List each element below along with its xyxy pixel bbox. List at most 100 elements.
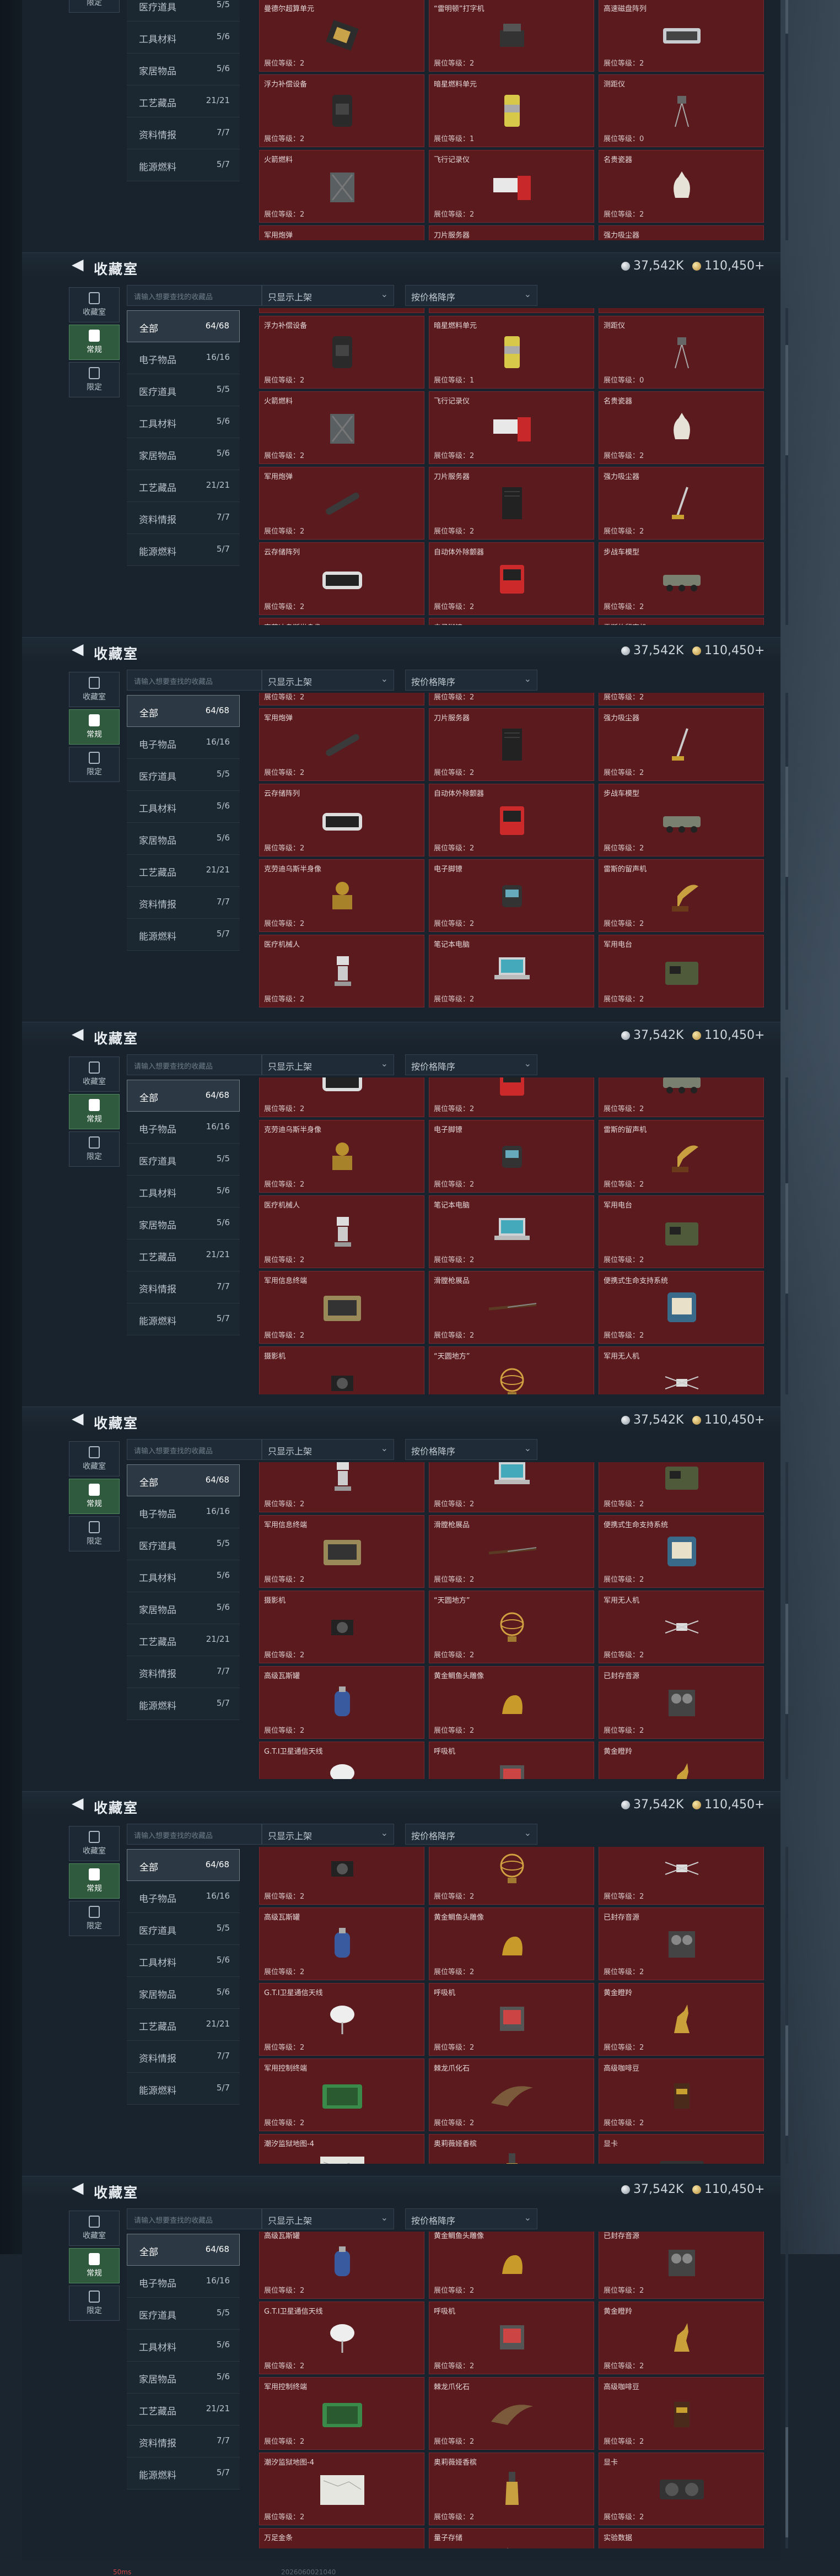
item-card[interactable]: 便携式生命支持系统 展位等级：2	[599, 1515, 764, 1588]
item-grid-viewport[interactable]: 强化碳纤维板展位等级：2印象派名画展位等级：2黄金鸟窝展位等级：2曼德尔超算单元…	[259, 0, 783, 240]
item-card[interactable]: 火箭燃料展位等级：2	[259, 693, 424, 705]
item-card[interactable]: 高级咖啡豆 展位等级：2	[599, 2377, 764, 2450]
category-item[interactable]: 能源燃料 5/7	[127, 2073, 240, 2105]
item-card[interactable]: 医疗机械人展位等级：2	[259, 1462, 424, 1512]
tab-2[interactable]: 限定	[69, 747, 120, 782]
category-item[interactable]: 工具材料 5/6	[127, 1176, 240, 1208]
sort-dropdown[interactable]: 按价格降序 ⌄	[405, 1439, 537, 1460]
item-grid-viewport[interactable]: 强化碳纤维板展位等级：2印象派名画展位等级：2黄金鸟窝展位等级：2曼德尔超算单元…	[259, 1847, 783, 2164]
search-input[interactable]: 请输入想要查找的收藏品	[127, 2208, 262, 2229]
scrollbar-thumb[interactable]	[785, 0, 788, 34]
item-card[interactable]: 黄金瞪羚展位等级：2	[599, 1742, 764, 1779]
search-input[interactable]: 请输入想要查找的收藏品	[127, 1824, 262, 1845]
item-card[interactable]: 曼德尔超算单元展位等级：2	[259, 308, 424, 313]
item-grid-viewport[interactable]: 强化碳纤维板展位等级：2印象派名画展位等级：2黄金鸟窝展位等级：2曼德尔超算单元…	[259, 308, 783, 625]
item-card[interactable]: 名贵瓷器展位等级：2	[599, 391, 764, 464]
item-card[interactable]: 呼吸机展位等级：2	[429, 2302, 594, 2374]
scrollbar[interactable]	[785, 0, 788, 240]
item-grid-viewport[interactable]: 强化碳纤维板展位等级：2印象派名画展位等级：2黄金鸟窝展位等级：2曼德尔超算单元…	[259, 1077, 783, 1394]
item-card[interactable]: 强力吸尘器展位等级：2	[599, 708, 764, 781]
scrollbar-thumb[interactable]	[785, 2025, 788, 2136]
item-card[interactable]: 呼吸机展位等级：2	[429, 1983, 594, 2056]
item-card[interactable]: 黄金鲷鱼头雕像 展位等级：2	[429, 2232, 594, 2299]
tab-0[interactable]: 收藏室	[69, 2211, 120, 2246]
category-item[interactable]: 全部 64/68	[127, 310, 240, 342]
category-item[interactable]: 资料情报 7/7	[127, 2041, 240, 2073]
category-item[interactable]: 资料情报 7/7	[127, 502, 240, 534]
item-card[interactable]: 电子脚镣展位等级：2	[429, 859, 594, 932]
category-item[interactable]: 工艺藏品 21/21	[127, 1240, 240, 1271]
category-item[interactable]: 医疗道具 5/5	[127, 759, 240, 791]
item-grid-viewport[interactable]: 强化碳纤维板展位等级：2印象派名画展位等级：2黄金鸟窝展位等级：2曼德尔超算单元…	[259, 2232, 783, 2548]
item-card[interactable]: 自动体外除颤器展位等级：2	[429, 1077, 594, 1117]
item-card[interactable]: 潮汐监狱地图-4展位等级：2	[259, 2134, 424, 2164]
back-arrow-icon[interactable]: ◀	[72, 257, 84, 272]
item-card[interactable]: 克劳迪乌斯半身像展位等级：2	[259, 1120, 424, 1193]
item-card[interactable]: 步战车模型展位等级：2	[599, 784, 764, 856]
category-item[interactable]: 医疗道具 5/5	[127, 2298, 240, 2330]
category-item[interactable]: 工具材料 5/6	[127, 21, 240, 53]
item-card[interactable]: 浮力补偿设备 展位等级：2	[259, 316, 424, 389]
tab-1[interactable]: 常规	[69, 1863, 120, 1899]
item-card[interactable]: 棘龙爪化石 展位等级：2	[429, 2377, 594, 2450]
tab-2[interactable]: 限定	[69, 0, 120, 13]
item-card[interactable]: 摄影机展位等级：2	[259, 1346, 424, 1394]
category-item[interactable]: 家居物品 5/6	[127, 438, 240, 470]
item-card[interactable]: 已封存音源 展位等级：2	[599, 1907, 764, 1980]
item-card[interactable]: 军用无人机展位等级：2	[599, 1591, 764, 1663]
filter-dropdown[interactable]: 只显示上架 ⌄	[262, 1054, 394, 1075]
item-card[interactable]: 实验数据展位等级：2	[599, 2528, 764, 2548]
scrollbar-thumb[interactable]	[785, 1183, 788, 1294]
category-item[interactable]: 医疗道具 5/5	[127, 1528, 240, 1560]
item-card[interactable]: 军用电台展位等级：2	[599, 1462, 764, 1512]
item-card[interactable]: 滑膛枪展品 展位等级：2	[429, 1515, 594, 1588]
item-card[interactable]: 高速磁盘阵列展位等级：2	[599, 0, 764, 72]
item-card[interactable]: 黄金瞪羚展位等级：2	[599, 2302, 764, 2374]
item-card[interactable]: 摄影机展位等级：2	[259, 1591, 424, 1663]
category-item[interactable]: 工艺藏品 21/21	[127, 2009, 240, 2041]
item-card[interactable]: 军用无人机展位等级：2	[599, 1847, 764, 1905]
item-card[interactable]: 飞行记录仪展位等级：2	[429, 693, 594, 705]
item-card[interactable]: 高级瓦斯罐 展位等级：2	[259, 1666, 424, 1739]
item-card[interactable]: “天圆地方”展位等级：2	[429, 1346, 594, 1394]
item-card[interactable]: G.T.I卫星通信天线展位等级：2	[259, 2302, 424, 2374]
category-item[interactable]: 家居物品 5/6	[127, 2362, 240, 2394]
category-item[interactable]: 全部 64/68	[127, 1464, 240, 1496]
item-card[interactable]: 克劳迪乌斯半身像展位等级：2	[259, 859, 424, 932]
item-card[interactable]: 军用控制终端 展位等级：2	[259, 2058, 424, 2131]
item-card[interactable]: 医疗机械人展位等级：2	[259, 1195, 424, 1268]
scrollbar[interactable]	[785, 693, 788, 1010]
filter-dropdown[interactable]: 只显示上架 ⌄	[262, 285, 394, 306]
item-card[interactable]: 笔记本电脑展位等级：2	[429, 935, 594, 1007]
tab-2[interactable]: 限定	[69, 1901, 120, 1936]
item-card[interactable]: “天圆地方”展位等级：2	[429, 1847, 594, 1905]
scrollbar-thumb[interactable]	[785, 1604, 788, 1714]
category-item[interactable]: 工艺藏品 21/21	[127, 85, 240, 117]
item-card[interactable]: 云存储阵列展位等级：2	[259, 1077, 424, 1117]
category-item[interactable]: 工艺藏品 21/21	[127, 2394, 240, 2426]
category-item[interactable]: 电子物品 16/16	[127, 1496, 240, 1528]
category-item[interactable]: 医疗道具 5/5	[127, 1144, 240, 1176]
category-item[interactable]: 资料情报 7/7	[127, 887, 240, 919]
search-input[interactable]: 请输入想要查找的收藏品	[127, 1054, 262, 1075]
item-card[interactable]: 高级瓦斯罐 展位等级：2	[259, 1907, 424, 1980]
tab-0[interactable]: 收藏室	[69, 1441, 120, 1476]
scrollbar[interactable]	[785, 1077, 788, 1394]
filter-dropdown[interactable]: 只显示上架 ⌄	[262, 670, 394, 691]
item-card[interactable]: 雷斯的留声机展位等级：2	[599, 618, 764, 625]
sort-dropdown[interactable]: 按价格降序 ⌄	[405, 2208, 537, 2229]
category-item[interactable]: 工艺藏品 21/21	[127, 1624, 240, 1656]
item-card[interactable]: 火箭燃料展位等级：2	[259, 150, 424, 223]
search-input[interactable]: 请输入想要查找的收藏品	[127, 285, 262, 306]
item-card[interactable]: 自动体外除颤器展位等级：2	[429, 784, 594, 856]
category-item[interactable]: 能源燃料 5/7	[127, 1303, 240, 1335]
item-card[interactable]: 军用无人机展位等级：2	[599, 1346, 764, 1394]
category-item[interactable]: 家居物品 5/6	[127, 1208, 240, 1240]
item-card[interactable]: 滑膛枪展品 展位等级：2	[429, 1271, 594, 1344]
sort-dropdown[interactable]: 按价格降序 ⌄	[405, 285, 537, 306]
item-card[interactable]: 已封存音源 展位等级：2	[599, 2232, 764, 2299]
back-arrow-icon[interactable]: ◀	[72, 1411, 84, 1426]
category-item[interactable]: 全部 64/68	[127, 695, 240, 727]
item-card[interactable]: 雷斯的留声机展位等级：2	[599, 1120, 764, 1193]
item-card[interactable]: 军用电台展位等级：2	[599, 1195, 764, 1268]
